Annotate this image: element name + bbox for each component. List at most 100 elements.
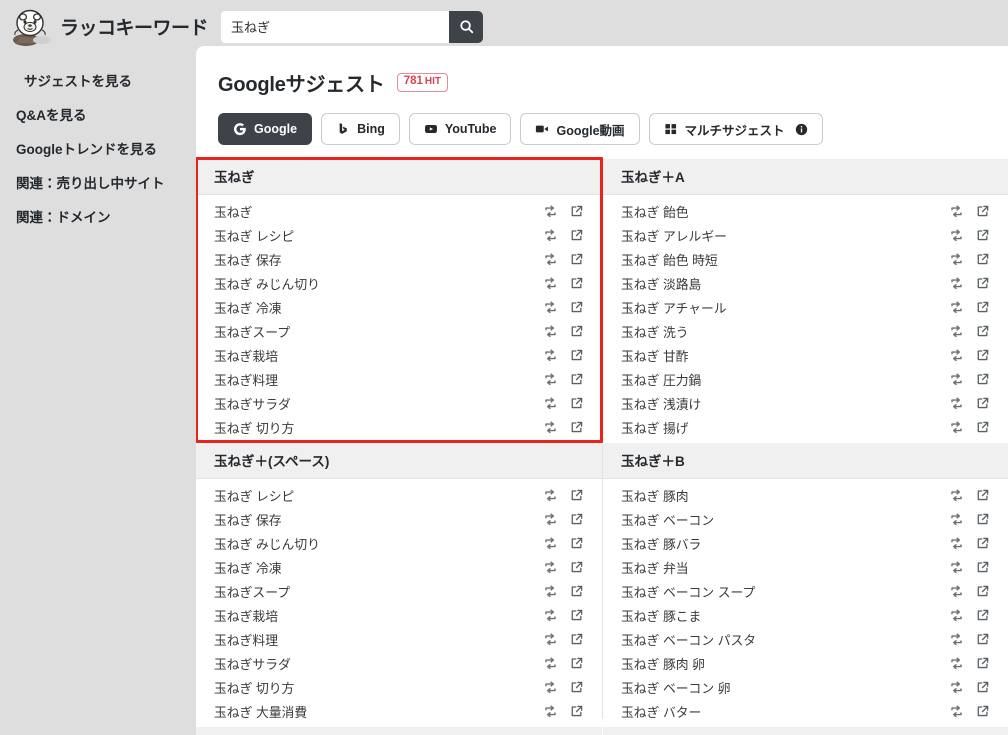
repeat-search-button[interactable]: [543, 656, 558, 671]
sidebar-item-2[interactable]: Googleトレンドを見る: [0, 131, 196, 165]
suggest-row[interactable]: 玉ねぎ栽培: [196, 343, 602, 367]
open-external-button[interactable]: [570, 300, 584, 314]
open-external-button[interactable]: [976, 608, 990, 622]
open-external-button[interactable]: [976, 656, 990, 670]
suggest-row[interactable]: 玉ねぎ: [196, 199, 602, 223]
repeat-search-button[interactable]: [543, 560, 558, 575]
open-external-button[interactable]: [570, 420, 584, 434]
repeat-search-button[interactable]: [949, 300, 964, 315]
repeat-search-button[interactable]: [543, 488, 558, 503]
open-external-button[interactable]: [570, 584, 584, 598]
repeat-search-button[interactable]: [543, 584, 558, 599]
open-external-button[interactable]: [976, 348, 990, 362]
suggest-row[interactable]: 玉ねぎ 切り方: [196, 675, 602, 699]
repeat-search-button[interactable]: [543, 204, 558, 219]
open-external-button[interactable]: [570, 680, 584, 694]
repeat-search-button[interactable]: [949, 276, 964, 291]
suggest-row[interactable]: 玉ねぎ レシピ: [196, 483, 602, 507]
suggest-row[interactable]: 玉ねぎ ベーコン スープ: [603, 579, 1008, 603]
repeat-search-button[interactable]: [543, 252, 558, 267]
repeat-search-button[interactable]: [543, 536, 558, 551]
repeat-search-button[interactable]: [949, 536, 964, 551]
suggest-row[interactable]: 玉ねぎサラダ: [196, 391, 602, 415]
sidebar-item-4[interactable]: 関連：ドメイン: [0, 199, 196, 233]
tab-google[interactable]: Google: [218, 113, 313, 145]
brand-logo[interactable]: ラッコキーワード: [0, 7, 209, 47]
repeat-search-button[interactable]: [543, 704, 558, 719]
open-external-button[interactable]: [976, 420, 990, 434]
open-external-button[interactable]: [976, 584, 990, 598]
repeat-search-button[interactable]: [949, 680, 964, 695]
repeat-search-button[interactable]: [543, 632, 558, 647]
open-external-button[interactable]: [570, 348, 584, 362]
repeat-search-button[interactable]: [543, 372, 558, 387]
suggest-row[interactable]: 玉ねぎ ベーコン パスタ: [603, 627, 1008, 651]
repeat-search-button[interactable]: [949, 420, 964, 435]
open-external-button[interactable]: [570, 512, 584, 526]
sidebar-item-1[interactable]: Q&Aを見る: [0, 97, 196, 131]
open-external-button[interactable]: [976, 632, 990, 646]
open-external-button[interactable]: [570, 276, 584, 290]
suggest-row[interactable]: 玉ねぎ 冷凍: [196, 555, 602, 579]
suggest-row[interactable]: 玉ねぎ バター: [603, 699, 1008, 723]
open-external-button[interactable]: [976, 204, 990, 218]
repeat-search-button[interactable]: [543, 300, 558, 315]
search-button[interactable]: [449, 10, 483, 43]
open-external-button[interactable]: [570, 252, 584, 266]
repeat-search-button[interactable]: [949, 324, 964, 339]
open-external-button[interactable]: [976, 396, 990, 410]
suggest-row[interactable]: 玉ねぎサラダ: [196, 651, 602, 675]
suggest-row[interactable]: 玉ねぎ 揚げ: [603, 415, 1008, 439]
repeat-search-button[interactable]: [543, 680, 558, 695]
repeat-search-button[interactable]: [543, 396, 558, 411]
repeat-search-button[interactable]: [949, 372, 964, 387]
repeat-search-button[interactable]: [543, 324, 558, 339]
open-external-button[interactable]: [570, 396, 584, 410]
repeat-search-button[interactable]: [949, 560, 964, 575]
open-external-button[interactable]: [976, 252, 990, 266]
suggest-row[interactable]: 玉ねぎ 豚肉 卵: [603, 651, 1008, 675]
repeat-search-button[interactable]: [543, 608, 558, 623]
suggest-row[interactable]: 玉ねぎスープ: [196, 319, 602, 343]
repeat-search-button[interactable]: [949, 396, 964, 411]
tab-grid[interactable]: マルチサジェスト: [648, 113, 823, 145]
suggest-row[interactable]: 玉ねぎ 大量消費: [196, 699, 602, 723]
open-external-button[interactable]: [570, 324, 584, 338]
repeat-search-button[interactable]: [949, 228, 964, 243]
suggest-row[interactable]: 玉ねぎ料理: [196, 367, 602, 391]
search-input[interactable]: [221, 10, 449, 43]
suggest-row[interactable]: 玉ねぎ みじん切り: [196, 531, 602, 555]
sidebar-item-0[interactable]: サジェストを見る: [0, 63, 196, 97]
suggest-row[interactable]: 玉ねぎ 保存: [196, 507, 602, 531]
open-external-button[interactable]: [976, 704, 990, 718]
suggest-row[interactable]: 玉ねぎ 飴色: [603, 199, 1008, 223]
tab-bing[interactable]: Bing: [321, 113, 400, 145]
suggest-row[interactable]: 玉ねぎ アレルギー: [603, 223, 1008, 247]
sidebar-item-3[interactable]: 関連：売り出し中サイト: [0, 165, 196, 199]
repeat-search-button[interactable]: [543, 512, 558, 527]
suggest-row[interactable]: 玉ねぎ 甘酢: [603, 343, 1008, 367]
suggest-row[interactable]: 玉ねぎ料理: [196, 627, 602, 651]
suggest-row[interactable]: 玉ねぎ 圧力鍋: [603, 367, 1008, 391]
info-icon[interactable]: [795, 123, 808, 136]
open-external-button[interactable]: [570, 228, 584, 242]
open-external-button[interactable]: [976, 560, 990, 574]
open-external-button[interactable]: [570, 536, 584, 550]
open-external-button[interactable]: [976, 324, 990, 338]
suggest-row[interactable]: 玉ねぎ ベーコン: [603, 507, 1008, 531]
repeat-search-button[interactable]: [543, 420, 558, 435]
repeat-search-button[interactable]: [543, 228, 558, 243]
open-external-button[interactable]: [570, 372, 584, 386]
open-external-button[interactable]: [976, 488, 990, 502]
open-external-button[interactable]: [976, 228, 990, 242]
open-external-button[interactable]: [570, 488, 584, 502]
open-external-button[interactable]: [976, 536, 990, 550]
open-external-button[interactable]: [570, 204, 584, 218]
open-external-button[interactable]: [976, 300, 990, 314]
open-external-button[interactable]: [570, 608, 584, 622]
repeat-search-button[interactable]: [949, 348, 964, 363]
open-external-button[interactable]: [570, 656, 584, 670]
suggest-row[interactable]: 玉ねぎ 弁当: [603, 555, 1008, 579]
suggest-row[interactable]: 玉ねぎ みじん切り: [196, 271, 602, 295]
repeat-search-button[interactable]: [543, 348, 558, 363]
